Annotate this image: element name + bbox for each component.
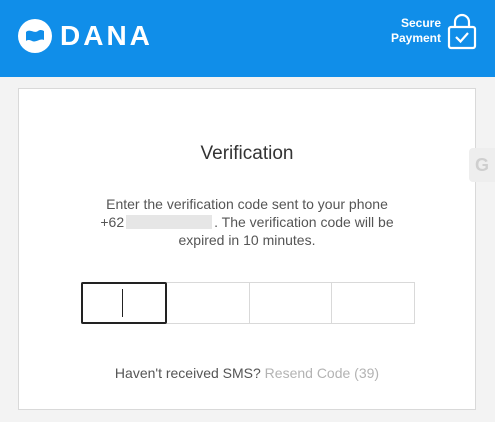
masked-phone-number <box>126 215 213 229</box>
otp-digit-1[interactable] <box>81 282 167 324</box>
otp-input-group <box>81 282 415 324</box>
dana-logo[interactable]: DANA <box>18 19 153 53</box>
secure-line-1: Secure <box>400 16 441 30</box>
side-float-icon[interactable]: G <box>469 148 495 182</box>
secure-line-2: Payment <box>390 31 441 45</box>
verification-description: Enter the verification code sent to your… <box>99 195 395 249</box>
brand-name: DANA <box>60 20 153 51</box>
secure-payment-badge: Secure Payment <box>391 12 477 50</box>
dana-logo-icon <box>18 19 52 53</box>
resend-row: Haven't received SMS? Resend Code (39) <box>19 365 475 381</box>
otp-digit-2[interactable] <box>166 283 250 323</box>
otp-digit-3[interactable] <box>249 283 333 323</box>
header-bar: DANA Secure Payment <box>0 0 495 77</box>
verification-card: Verification Enter the verification code… <box>18 88 476 410</box>
padlock-check-icon <box>447 13 477 50</box>
page-title: Verification <box>200 143 294 164</box>
resend-code-link[interactable]: Resend Code (39) <box>265 365 379 381</box>
secure-payment-label: Secure Payment <box>391 16 441 46</box>
resend-prompt: Haven't received SMS? <box>114 365 261 381</box>
otp-digit-4[interactable] <box>332 283 414 323</box>
